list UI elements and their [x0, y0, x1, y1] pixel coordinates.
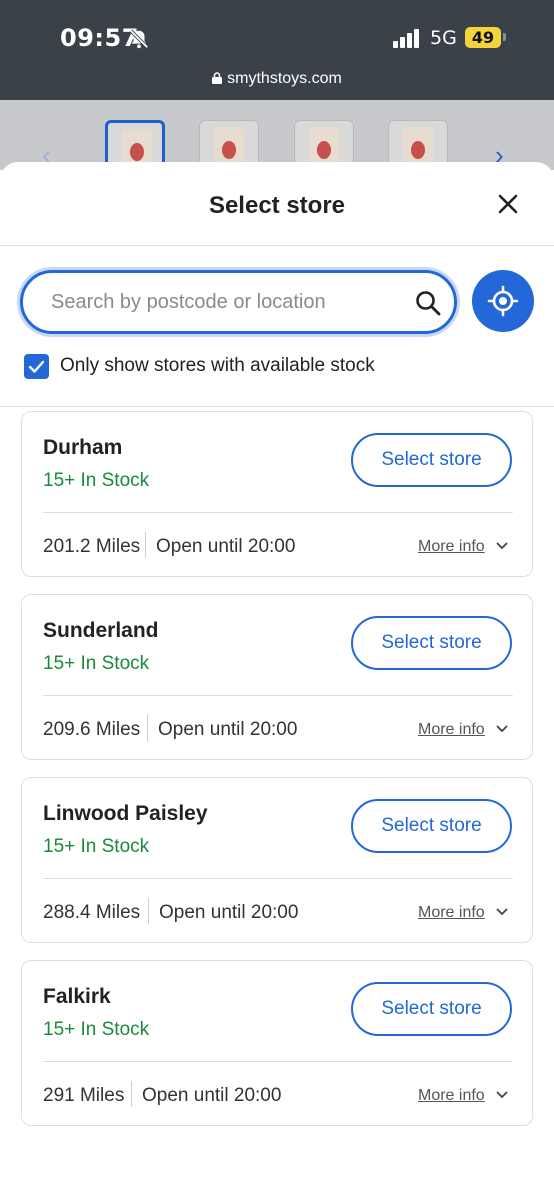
battery-icon: 49	[465, 27, 501, 48]
more-info-link[interactable]: More info	[418, 721, 485, 739]
search-input[interactable]	[51, 287, 391, 317]
store-hours: Open until 20:00	[142, 1085, 282, 1106]
stock-status: 15+ In Stock	[43, 1019, 150, 1040]
lock-icon	[212, 72, 223, 84]
signal-icon	[393, 29, 419, 48]
stock-filter-label: Only show stores with available stock	[60, 355, 375, 376]
more-info-link[interactable]: More info	[418, 1087, 485, 1105]
url-bar[interactable]: smythstoys.com	[0, 70, 554, 88]
status-bar: 09:57 5G 49 smythstoys.com	[0, 0, 554, 100]
store-hours: Open until 20:00	[159, 902, 299, 923]
more-info-link[interactable]: More info	[418, 904, 485, 922]
url-text: smythstoys.com	[227, 70, 342, 87]
stock-status: 15+ In Stock	[43, 470, 150, 491]
divider	[43, 512, 513, 513]
stock-status: 15+ In Stock	[43, 653, 150, 674]
chevron-down-icon[interactable]	[496, 908, 508, 916]
search-box[interactable]	[20, 270, 457, 334]
select-store-sheet: Select store Only show stores with avail…	[0, 162, 554, 1154]
store-hours: Open until 20:00	[156, 536, 296, 557]
store-name: Durham	[43, 436, 123, 459]
store-card: Durham 15+ In Stock Select store 201.2 M…	[21, 411, 533, 577]
stock-filter-checkbox[interactable]	[24, 354, 49, 379]
use-my-location-button[interactable]	[472, 270, 534, 332]
sheet-title: Select store	[208, 192, 346, 219]
checkmark-icon	[28, 360, 45, 373]
locate-icon	[487, 285, 519, 317]
bell-slash-icon	[129, 29, 149, 49]
divider	[43, 1061, 513, 1062]
divider	[43, 878, 513, 879]
search-icon[interactable]	[414, 289, 442, 317]
store-card: Linwood Paisley 15+ In Stock Select stor…	[21, 777, 533, 943]
separator	[147, 715, 148, 741]
select-store-button[interactable]: Select store	[351, 616, 512, 670]
chevron-down-icon[interactable]	[496, 725, 508, 733]
separator	[131, 1081, 132, 1107]
divider	[0, 245, 554, 246]
chevron-down-icon[interactable]	[496, 542, 508, 550]
store-card: Sunderland 15+ In Stock Select store 209…	[21, 594, 533, 760]
store-name: Falkirk	[43, 985, 111, 1008]
store-distance: 209.6 Miles	[43, 719, 141, 740]
more-info-link[interactable]: More info	[418, 538, 485, 556]
store-name: Linwood Paisley	[43, 802, 208, 825]
select-store-button[interactable]: Select store	[351, 799, 512, 853]
divider	[0, 406, 554, 407]
store-distance: 201.2 Miles	[43, 536, 141, 557]
store-card: Falkirk 15+ In Stock Select store 291 Mi…	[21, 960, 533, 1126]
stock-status: 15+ In Stock	[43, 836, 150, 857]
battery-cap	[503, 33, 506, 41]
close-icon[interactable]	[494, 190, 522, 218]
chevron-down-icon[interactable]	[496, 1091, 508, 1099]
store-hours: Open until 20:00	[158, 719, 298, 740]
select-store-button[interactable]: Select store	[351, 982, 512, 1036]
background-product-gallery: ‹ ›	[0, 100, 554, 182]
select-store-button[interactable]: Select store	[351, 433, 512, 487]
store-distance: 288.4 Miles	[43, 902, 141, 923]
separator	[148, 898, 149, 924]
separator	[145, 532, 146, 558]
store-distance: 291 Miles	[43, 1085, 125, 1106]
network-type: 5G	[430, 27, 457, 49]
divider	[43, 695, 513, 696]
store-name: Sunderland	[43, 619, 159, 642]
